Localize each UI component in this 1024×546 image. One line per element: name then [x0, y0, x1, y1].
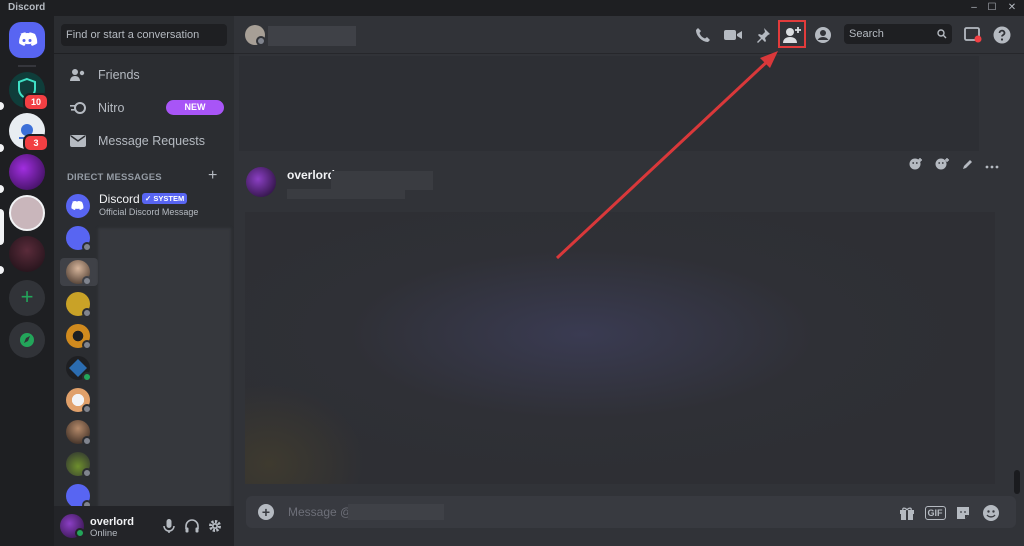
redacted-message-text — [287, 189, 405, 199]
selected-indicator — [0, 209, 4, 245]
gif-label: GIF — [924, 506, 946, 520]
message-composer[interactable]: + Message @ GIF — [246, 496, 1016, 528]
inbox-icon[interactable] — [962, 24, 984, 46]
create-dm-button[interactable]: + — [208, 167, 217, 185]
search-placeholder: Search — [849, 28, 884, 40]
find-conversation-input[interactable]: Find or start a conversation — [61, 24, 227, 46]
server-icon-dark[interactable] — [9, 236, 45, 272]
pin-icon[interactable] — [752, 24, 774, 46]
divider — [54, 53, 234, 54]
nav-friends-label: Friends — [98, 68, 140, 82]
status-indicator — [82, 436, 92, 446]
app-title: Discord — [8, 2, 46, 13]
message-placeholder: Message @ — [288, 505, 353, 519]
friends-icon — [68, 65, 88, 85]
chat-scrollbar[interactable] — [1014, 470, 1020, 494]
server-icon-shield[interactable]: 10 — [9, 72, 49, 111]
message-author-name[interactable]: overlord — [287, 168, 335, 182]
close-button[interactable]: ✕ — [1004, 0, 1020, 16]
redacted-timestamp — [331, 171, 433, 190]
emoji-icon[interactable] — [982, 504, 1000, 522]
direct-messages-header: DIRECT MESSAGES — [67, 172, 162, 183]
status-indicator — [82, 340, 92, 350]
chat-area: overlord — [234, 54, 1024, 546]
dm-sidebar: Find or start a conversation Friends Nit… — [54, 16, 234, 546]
video-call-icon[interactable] — [722, 24, 744, 46]
title-bar: Discord – ☐ ✕ — [0, 0, 1024, 16]
nav-message-requests-label: Message Requests — [98, 134, 206, 148]
nav-message-requests[interactable]: Message Requests — [62, 126, 228, 156]
gift-icon[interactable] — [898, 504, 916, 522]
dm-discord-subtitle: Official Discord Message — [99, 207, 199, 217]
home-button[interactable] — [9, 22, 45, 58]
unread-indicator — [0, 144, 4, 152]
compass-icon — [20, 333, 34, 347]
nitro-icon — [68, 98, 88, 118]
redacted-recipient-name — [268, 26, 356, 46]
server-icon-selected[interactable] — [9, 195, 45, 231]
settings-gear-icon[interactable] — [207, 518, 223, 534]
status-indicator — [256, 36, 266, 46]
redacted-message-image — [245, 212, 995, 484]
mention-badge: 10 — [23, 93, 49, 111]
unread-indicator — [0, 185, 4, 193]
nav-nitro[interactable]: Nitro NEW — [62, 93, 228, 123]
discord-logo-icon — [19, 32, 38, 46]
status-indicator — [82, 276, 92, 286]
voice-call-icon[interactable] — [692, 24, 714, 46]
envelope-icon — [68, 131, 88, 151]
search-icon — [937, 29, 947, 39]
redacted-dm-list — [98, 228, 231, 508]
system-tag: ✓ SYSTEM — [142, 193, 188, 204]
online-indicator — [75, 528, 85, 538]
status-indicator — [82, 468, 92, 478]
nav-nitro-label: Nitro — [98, 101, 125, 115]
gif-button[interactable]: GIF — [924, 504, 946, 522]
status-indicator — [82, 308, 92, 318]
upload-plus-button[interactable]: + — [258, 504, 274, 520]
highlight-box — [778, 20, 806, 48]
add-reaction-icon[interactable] — [909, 157, 923, 174]
help-icon[interactable] — [991, 24, 1013, 46]
edit-pencil-icon[interactable] — [962, 158, 974, 173]
maximize-button[interactable]: ☐ — [984, 0, 1000, 16]
search-input[interactable]: Search — [844, 24, 952, 44]
redacted-previous-content — [239, 56, 979, 151]
server-separator — [18, 65, 36, 67]
headphones-icon[interactable] — [184, 518, 200, 534]
discord-avatar-icon — [66, 194, 90, 218]
add-server-button[interactable]: + — [9, 280, 45, 316]
sticker-icon[interactable] — [954, 504, 972, 522]
user-name: overlord — [90, 516, 135, 528]
chat-header: Search — [234, 16, 1024, 54]
unread-indicator — [0, 266, 4, 274]
super-reaction-icon[interactable] — [934, 157, 950, 174]
dm-discord-name: Discord — [99, 192, 140, 206]
status-indicator — [82, 242, 92, 252]
minimize-button[interactable]: – — [966, 0, 982, 16]
nav-friends[interactable]: Friends — [62, 60, 228, 90]
user-profile-icon[interactable] — [812, 24, 834, 46]
server-rail: 10 3 + — [0, 16, 54, 546]
server-icon-purple[interactable] — [9, 154, 45, 190]
message-actions-toolbar — [904, 154, 1004, 176]
user-panel: overlord Online — [54, 506, 234, 546]
more-options-icon[interactable] — [985, 158, 999, 172]
status-indicator — [82, 372, 92, 382]
microphone-icon[interactable] — [161, 518, 177, 534]
new-badge: NEW — [166, 100, 224, 115]
message-author-avatar[interactable] — [246, 167, 276, 197]
dm-item-discord[interactable]: Discord ✓ SYSTEM Official Discord Messag… — [66, 192, 226, 226]
server-icon-circle[interactable]: 3 — [9, 113, 49, 152]
mention-badge: 3 — [23, 134, 49, 152]
user-status: Online — [90, 528, 118, 539]
dm-item[interactable] — [60, 258, 98, 286]
unread-indicator — [0, 102, 4, 110]
status-indicator — [82, 404, 92, 414]
redacted-recipient — [348, 504, 444, 520]
explore-servers-button[interactable] — [9, 322, 45, 358]
